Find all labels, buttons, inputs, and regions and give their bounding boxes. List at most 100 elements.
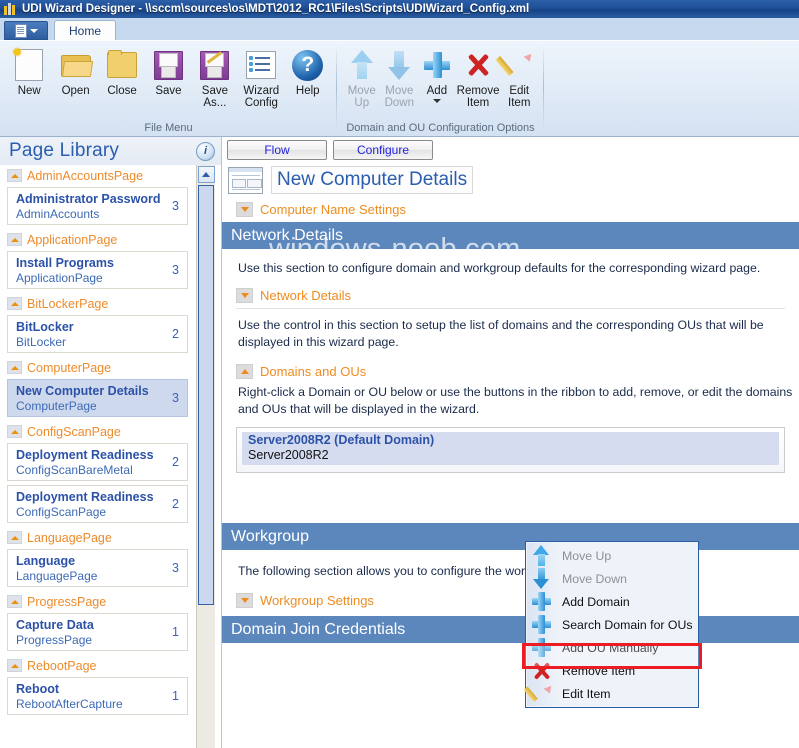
- list-item-subtitle: RebootAfterCapture: [16, 697, 123, 711]
- chevron-up-icon[interactable]: [236, 364, 253, 379]
- context-menu-item-search-domain-for-ous[interactable]: Search Domain for OUs: [526, 613, 698, 636]
- context-menu-item-label: Move Down: [562, 571, 627, 586]
- page-library-group-header[interactable]: ConfigScanPage: [5, 421, 188, 442]
- page-library-group-name: BitLockerPage: [27, 296, 109, 311]
- wizard-config-icon: [246, 46, 277, 84]
- list-item[interactable]: Deployment Readiness ConfigScanPage 2: [7, 485, 188, 523]
- chevron-up-icon[interactable]: [7, 361, 22, 374]
- page-library-group-name: ProgressPage: [27, 594, 107, 609]
- list-item[interactable]: Reboot RebootAfterCapture 1: [7, 677, 188, 715]
- ribbon-button-edit-item[interactable]: Edit Item: [495, 44, 538, 109]
- info-icon[interactable]: i: [196, 141, 215, 161]
- context-menu-item-edit-item[interactable]: Edit Item: [523, 682, 698, 705]
- ribbon-button-remove-item[interactable]: Remove Item: [456, 44, 501, 109]
- list-item-subtitle: LanguagePage: [16, 569, 98, 583]
- page-library-group-header[interactable]: BitLockerPage: [5, 293, 188, 314]
- ribbon-button-add-label: Add: [426, 85, 448, 97]
- help-icon: ?: [292, 46, 324, 84]
- ribbon-button-help[interactable]: ? Help: [285, 44, 331, 97]
- page-library-group-header[interactable]: RebootPage: [5, 655, 188, 676]
- list-item-count: 2: [172, 497, 179, 511]
- list-item-selected[interactable]: New Computer Details ComputerPage 3: [7, 379, 188, 417]
- chevron-down-icon: [29, 28, 38, 33]
- chevron-down-icon[interactable]: [236, 202, 253, 217]
- list-item-title: Capture Data: [16, 618, 94, 632]
- configure-button[interactable]: Configure: [333, 140, 433, 160]
- list-item[interactable]: Deployment Readiness ConfigScanBareMetal…: [7, 443, 188, 481]
- ribbon-button-wizard-config[interactable]: Wizard Config: [238, 44, 284, 109]
- chevron-down-icon[interactable]: [236, 288, 253, 303]
- udi-app-icon: [4, 2, 18, 16]
- chevron-down-icon[interactable]: [432, 99, 441, 103]
- domains-listbox[interactable]: Server2008R2 (Default Domain) Server2008…: [236, 427, 785, 473]
- list-item-title: BitLocker: [16, 320, 74, 334]
- flow-button[interactable]: Flow: [227, 140, 327, 160]
- ribbon-group-separator: [543, 45, 544, 130]
- ribbon-button-save-as[interactable]: Save As...: [192, 44, 238, 109]
- page-library-scrollbar[interactable]: [196, 165, 215, 748]
- ribbon-body: ✹ New Open Close Save Save As... Wizard …: [0, 40, 799, 136]
- view-button-bar: Flow Configure: [222, 137, 799, 164]
- scroll-up-button[interactable]: [197, 166, 215, 183]
- chevron-up-icon[interactable]: [7, 659, 22, 672]
- section-toggle-network-details[interactable]: Network Details: [222, 280, 799, 306]
- chevron-up-icon[interactable]: [7, 297, 22, 310]
- arrow-down-icon: [526, 568, 556, 589]
- tab-home[interactable]: Home: [54, 20, 117, 40]
- list-item[interactable]: Administrator Password AdminAccounts 3: [7, 187, 188, 225]
- arrow-up-icon: [350, 46, 373, 84]
- context-menu-item-remove-item[interactable]: Remove Item: [526, 659, 698, 682]
- chevron-up-icon[interactable]: [7, 531, 22, 544]
- chevron-down-icon[interactable]: [236, 593, 253, 608]
- list-item[interactable]: BitLocker BitLocker 2: [7, 315, 188, 353]
- page-library-group-header[interactable]: ApplicationPage: [5, 229, 188, 250]
- section-toggle-workgroup-settings[interactable]: Workgroup Settings: [222, 583, 799, 612]
- list-item[interactable]: Install Programs ApplicationPage 3: [7, 251, 188, 289]
- list-item[interactable]: Language LanguagePage 3: [7, 549, 188, 587]
- chevron-up-icon[interactable]: [7, 169, 22, 182]
- page-library-group-header[interactable]: AdminAccountsPage: [5, 165, 188, 186]
- page-library-group-header[interactable]: ComputerPage: [5, 357, 188, 378]
- ribbon-button-new[interactable]: ✹ New: [6, 44, 52, 97]
- ribbon-button-save-as-label: Save As...: [201, 85, 228, 109]
- ribbon-group-file-menu-label: File Menu: [144, 122, 193, 134]
- page-library-group-name: RebootPage: [27, 658, 97, 673]
- ribbon-button-close-label: Close: [107, 85, 137, 97]
- section-label: Domains and OUs: [260, 364, 367, 379]
- list-item-title: Administrator Password: [16, 192, 161, 206]
- context-menu-item-move-down[interactable]: Move Down: [526, 567, 698, 590]
- scrollbar-thumb[interactable]: [198, 185, 214, 605]
- page-library-group-header[interactable]: ProgressPage: [5, 591, 188, 612]
- page-library-group-name: AdminAccountsPage: [27, 168, 144, 183]
- context-menu-item-add-domain[interactable]: Add Domain: [526, 590, 698, 613]
- document-icon: [14, 23, 27, 38]
- context-menu-item-label: Remove Item: [562, 663, 636, 678]
- list-item-subtitle: BitLocker: [16, 335, 67, 349]
- ribbon-button-save[interactable]: Save: [145, 44, 191, 97]
- ribbon: Home ✹ New Open Close Save Save As... Wi…: [0, 18, 799, 137]
- ribbon-button-move-down[interactable]: Move Down: [381, 44, 419, 109]
- page-library-group-header[interactable]: LanguagePage: [5, 527, 188, 548]
- context-menu: Move Up Move Down Add Domain Search Doma…: [522, 541, 702, 708]
- section-toggle-computer-name-settings[interactable]: Computer Name Settings: [222, 197, 799, 222]
- table-row[interactable]: Server2008R2 (Default Domain) Server2008…: [242, 432, 779, 465]
- list-item-subtitle: ConfigScanPage: [16, 505, 107, 519]
- section-toggle-domains-and-ous[interactable]: Domains and OUs: [222, 354, 799, 381]
- chevron-up-icon[interactable]: [7, 595, 22, 608]
- file-menu-button[interactable]: [4, 21, 48, 40]
- ribbon-button-move-up-label: Move Up: [347, 85, 376, 109]
- chevron-up-icon[interactable]: [7, 233, 22, 246]
- chevron-up-icon[interactable]: [7, 425, 22, 438]
- page-library-group-name: ComputerPage: [27, 360, 112, 375]
- ribbon-button-edit-item-label: Edit Item: [508, 85, 531, 109]
- list-item[interactable]: Capture Data ProgressPage 1: [7, 613, 188, 651]
- ribbon-button-add[interactable]: Add: [418, 44, 456, 103]
- ribbon-button-close[interactable]: Close: [99, 44, 145, 97]
- context-menu-item-add-ou-manually[interactable]: Add OU Manually: [526, 636, 698, 659]
- pencil-icon: [523, 682, 556, 703]
- context-menu-item-move-up[interactable]: Move Up: [526, 544, 698, 567]
- ribbon-button-move-up[interactable]: Move Up: [343, 44, 381, 109]
- page-library-group-name: ApplicationPage: [27, 232, 118, 247]
- ribbon-button-open[interactable]: Open: [52, 44, 98, 97]
- band-label: Workgroup: [231, 527, 309, 545]
